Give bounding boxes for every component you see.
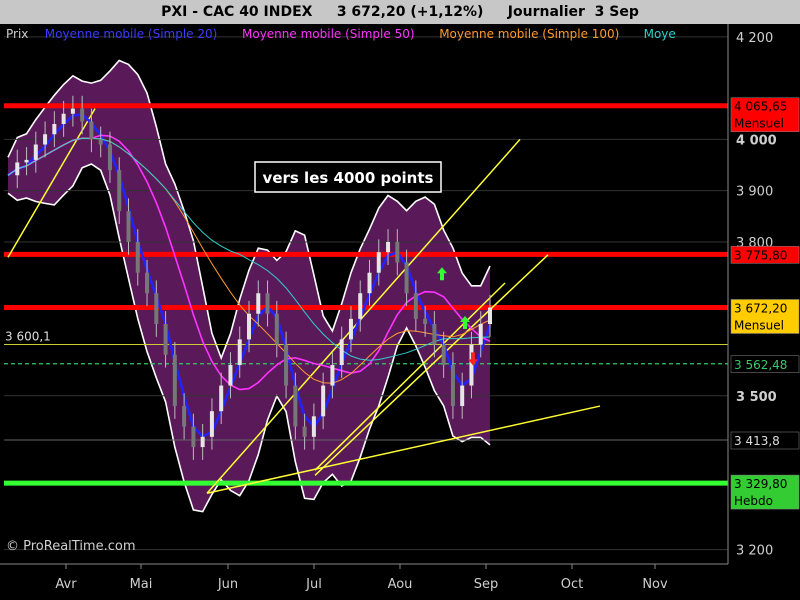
level-label-sub: Mensuel [734,318,784,332]
candle-body [219,385,224,412]
candle-body [348,318,353,340]
candle-body [460,385,465,407]
candle-body [33,144,38,160]
level-label-value: 3 672,20 [734,301,787,315]
chart-title: PXI - CAC 40 INDEX 3 672,20 (+1,12%) Jou… [0,0,800,24]
candle-body [358,293,363,319]
price-chart[interactable]: 4 2004 0003 9003 8003 5003 200Avr Mai Jun J… [0,24,800,600]
x-tick-label: Sep [474,577,499,592]
candle-body [145,272,150,294]
x-tick-label: Jun [217,577,238,592]
candle-body [293,385,298,427]
candle-body [284,344,289,386]
candle-body [154,293,159,324]
candle-body [89,121,94,140]
y-tick-label: 3 500 [736,390,777,405]
candle-body [15,162,20,176]
candle-body [126,211,131,242]
y-tick-label: 3 200 [736,544,773,559]
watermark-text: © ProRealTime.com [6,539,136,554]
x-tick-label: Nov [642,577,668,592]
candle-body [404,262,409,294]
candle-body [423,318,428,324]
candle-body [43,134,48,145]
x-tick-label: Jul [305,577,322,592]
legend-entry: Moyenne mobile (Simple 50) [242,27,415,41]
candle-body [386,241,391,253]
level-label-value: 3 413,8 [734,434,780,448]
candle-body [24,159,29,163]
candle-body [274,313,279,345]
candle-body [98,139,103,145]
legend: Prix Moyenne mobile (Simple 20) Moyenne mo… [6,27,676,41]
x-tick-label: Mai [130,577,153,592]
candle-body [376,252,381,273]
candle-body [228,365,233,386]
candle-body [247,313,251,340]
legend-entry: Moye [644,27,676,41]
candle-body [182,406,187,427]
candle-body [172,354,177,407]
candle-body [191,426,196,448]
candle-body [441,344,446,366]
candle-body [237,339,242,366]
candle-body [163,324,168,355]
level-label-value: 3 329,80 [734,477,787,491]
candle-body [432,324,437,345]
x-tick-label: Avr [55,577,77,592]
legend-entry: Moyenne mobile (Simple 20) [45,27,218,41]
candle-body [256,293,261,314]
candle-body [302,426,307,437]
candle-body [478,324,483,345]
legend-entry: Prix [6,27,28,41]
candle-body [330,365,335,386]
candle-body [52,124,57,135]
y-tick-label: 4 200 [736,31,773,46]
level-label-value: 4 065,65 [734,100,787,114]
y-tick-label: 4 000 [736,133,777,148]
candle-body [265,293,270,314]
candle-body [61,113,66,124]
candle-body [321,385,326,417]
x-tick-label: Aou [388,577,413,592]
band-fill [8,60,490,512]
candle-body [107,144,112,171]
level-label-sub: Hebdo [734,494,773,508]
candle-body [200,436,205,448]
annotation-text: vers les 4000 points [263,169,434,187]
candle-body [117,170,122,212]
level-label-sub: Mensuel [734,117,784,131]
candle-body [367,272,372,294]
candle-body [339,339,344,366]
x-tick-label: Oct [561,577,583,592]
candle-body [450,365,455,407]
candle-body [488,307,492,324]
legend-entry: Moyenne mobile (Simple 100) [439,27,619,41]
bollinger-band [7,59,491,513]
chart-root: PXI - CAC 40 INDEX 3 672,20 (+1,12%) Jou… [0,0,800,600]
candle-body [135,241,140,273]
candle-body [70,108,75,114]
candle-body [395,241,400,263]
candle-body [311,416,316,437]
level-label-value: 3 562,48 [734,358,787,372]
y-tick-label: 3 900 [736,185,773,200]
left-level-label: 3 600,1 [5,329,51,343]
candle-body [209,411,214,437]
level-label-value: 3 775,80 [734,248,787,262]
candle-body [80,108,85,122]
candle-body [413,293,418,319]
